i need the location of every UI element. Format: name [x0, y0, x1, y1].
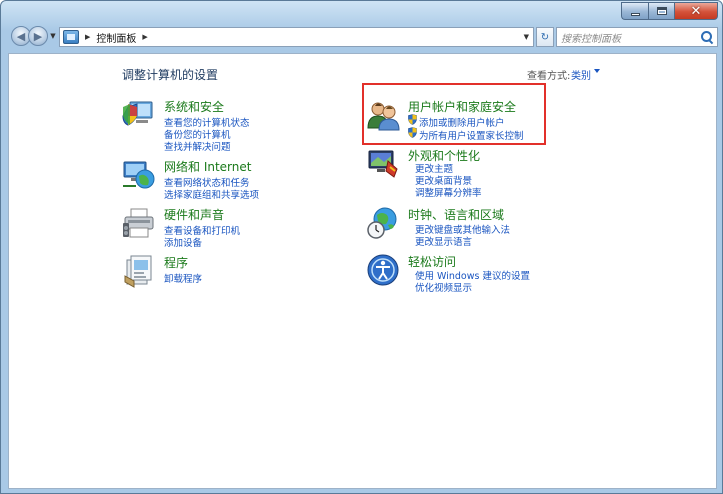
category-appearance: 外观和个性化 更改主题 更改桌面背景 调整屏幕分辨率	[366, 147, 566, 199]
category-ease-of-access: 轻松访问 使用 Windows 建议的设置 优化视频显示	[366, 253, 566, 294]
minimize-button[interactable]	[621, 2, 648, 20]
close-icon: ✕	[690, 3, 702, 19]
caption-buttons: ✕	[621, 2, 718, 20]
minimize-icon	[630, 13, 640, 16]
search-input[interactable]: 搜索控制面板	[556, 27, 718, 47]
link-change-display-language[interactable]: 更改显示语言	[415, 234, 472, 248]
programs-icon[interactable]	[122, 254, 156, 288]
category-title[interactable]: 系统和安全	[164, 98, 224, 115]
printer-icon[interactable]	[122, 206, 156, 240]
category-title[interactable]: 网络和 Internet	[164, 158, 251, 175]
category-title[interactable]: 程序	[164, 254, 188, 271]
control-panel-icon	[63, 30, 79, 44]
page-title: 调整计算机的设置	[122, 68, 219, 82]
appearance-icon[interactable]	[366, 147, 400, 181]
control-panel-window: ✕ ◀ ▶ ▼ ▶ 控制面板 ▶ ▼ ↻ 搜索控制面板 调整计算机的设置 查看方…	[0, 0, 723, 494]
link-uninstall-program[interactable]: 卸载程序	[164, 271, 202, 285]
category-clock-region: 时钟、语言和区域 更改键盘或其他输入法 更改显示语言	[366, 206, 566, 248]
category-hardware-sound: 硬件和声音 查看设备和打印机 添加设备	[122, 206, 322, 249]
link-add-device[interactable]: 添加设备	[164, 235, 202, 249]
ease-of-access-icon[interactable]	[366, 253, 400, 287]
recent-pages-button[interactable]: ▼	[48, 26, 58, 46]
content-area: 调整计算机的设置 查看方式: 类别 系统和安全 查看您的计算机状态 备份您的计算…	[8, 53, 717, 489]
forward-arrow-icon: ▶	[33, 29, 43, 43]
refresh-button[interactable]: ↻	[536, 27, 554, 47]
chevron-down-icon: ▼	[50, 32, 56, 40]
view-by-dropdown[interactable]: 类别	[571, 67, 591, 82]
breadcrumb-chevron-icon[interactable]: ▶	[85, 33, 90, 41]
breadcrumb-control-panel[interactable]: 控制面板	[96, 30, 136, 45]
maximize-icon	[656, 7, 667, 15]
shield-pc-icon[interactable]	[122, 98, 156, 132]
search-placeholder: 搜索控制面板	[561, 33, 621, 45]
refresh-icon: ↻	[540, 31, 550, 43]
forward-button[interactable]: ▶	[28, 26, 48, 46]
highlight-box	[362, 83, 546, 145]
address-bar[interactable]: ▶ 控制面板 ▶ ▼	[59, 27, 534, 47]
category-network-internet: 网络和 Internet 查看网络状态和任务 选择家庭组和共享选项	[122, 158, 322, 201]
chevron-down-icon[interactable]	[594, 69, 600, 73]
category-system-security: 系统和安全 查看您的计算机状态 备份您的计算机 查找并解决问题	[122, 98, 322, 153]
navigation-bar: ◀ ▶ ▼ ▶ 控制面板 ▶ ▼ ↻ 搜索控制面板	[7, 26, 718, 48]
view-by-label: 查看方式:	[527, 71, 571, 82]
link-troubleshoot[interactable]: 查找并解决问题	[164, 139, 231, 153]
category-programs: 程序 卸载程序	[122, 254, 322, 288]
clock-globe-icon[interactable]	[366, 206, 400, 240]
nav-arrows: ◀ ▶ ▼	[11, 26, 58, 46]
category-title[interactable]: 硬件和声音	[164, 206, 224, 223]
link-optimize-display[interactable]: 优化视频显示	[415, 280, 472, 294]
close-button[interactable]: ✕	[674, 2, 718, 20]
globe-network-icon[interactable]	[122, 158, 156, 192]
address-dropdown-icon[interactable]: ▼	[524, 33, 529, 41]
category-title[interactable]: 时钟、语言和区域	[408, 206, 504, 223]
back-arrow-icon: ◀	[16, 29, 26, 43]
breadcrumb-chevron-icon[interactable]: ▶	[142, 33, 147, 41]
link-homegroup-sharing[interactable]: 选择家庭组和共享选项	[164, 187, 259, 201]
maximize-button[interactable]	[648, 2, 674, 20]
link-screen-resolution[interactable]: 调整屏幕分辨率	[415, 185, 482, 199]
search-icon[interactable]	[700, 30, 714, 44]
